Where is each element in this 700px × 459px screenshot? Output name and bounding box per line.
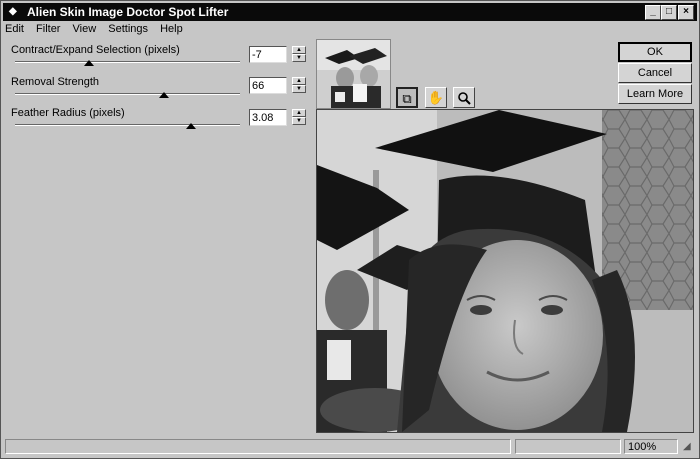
menu-settings[interactable]: Settings xyxy=(108,23,148,35)
feather-radius-thumb[interactable] xyxy=(185,123,196,129)
preview-image[interactable] xyxy=(316,109,694,433)
title-bar[interactable]: ◆ Alien Skin Image Doctor Spot Lifter _ … xyxy=(3,3,697,21)
menu-edit[interactable]: Edit xyxy=(5,23,24,35)
menu-filter[interactable]: Filter xyxy=(36,23,60,35)
spin-up-icon[interactable]: ▲ xyxy=(292,46,306,54)
maximize-button[interactable]: □ xyxy=(661,5,677,20)
compare-tool-button[interactable]: ⧉ xyxy=(396,87,418,108)
window-title: Alien Skin Image Doctor Spot Lifter xyxy=(27,5,229,19)
removal-strength-slider[interactable] xyxy=(15,93,240,95)
contract-expand-field[interactable]: -7 xyxy=(249,46,287,63)
hand-icon: ✋ xyxy=(427,90,445,105)
feather-radius-label: Feather Radius (pixels) xyxy=(11,107,125,119)
menu-bar: Edit Filter View Settings Help xyxy=(5,23,192,39)
status-message xyxy=(5,439,511,454)
menu-help[interactable]: Help xyxy=(160,23,183,35)
cancel-button[interactable]: Cancel xyxy=(618,63,692,83)
spin-down-icon[interactable]: ▼ xyxy=(292,54,306,62)
removal-strength-spinner[interactable]: ▲ ▼ xyxy=(292,77,306,94)
contract-expand-thumb[interactable] xyxy=(84,60,95,66)
removal-strength-field[interactable]: 66 xyxy=(249,77,287,94)
close-button[interactable]: × xyxy=(678,5,694,20)
app-icon: ◆ xyxy=(9,6,17,17)
spin-up-icon[interactable]: ▲ xyxy=(292,77,306,85)
minimize-button[interactable]: _ xyxy=(645,5,661,20)
removal-strength-label: Removal Strength xyxy=(11,76,100,88)
ok-button[interactable]: OK xyxy=(618,42,692,62)
hand-tool-button[interactable]: ✋ xyxy=(425,87,447,108)
contract-expand-slider[interactable] xyxy=(15,61,240,63)
magnifier-icon xyxy=(458,92,471,105)
removal-strength-thumb[interactable] xyxy=(158,92,169,98)
spin-up-icon[interactable]: ▲ xyxy=(292,109,306,117)
learn-more-button[interactable]: Learn More xyxy=(618,84,692,104)
feather-radius-slider[interactable] xyxy=(15,124,240,126)
spin-down-icon[interactable]: ▼ xyxy=(292,117,306,125)
zoom-level: 100% xyxy=(624,439,678,454)
zoom-tool-button[interactable] xyxy=(453,87,475,108)
contract-expand-spinner[interactable]: ▲ ▼ xyxy=(292,46,306,63)
dialog-window: ◆ Alien Skin Image Doctor Spot Lifter _ … xyxy=(0,0,700,459)
feather-radius-field[interactable]: 3.08 xyxy=(249,109,287,126)
feather-radius-spinner[interactable]: ▲ ▼ xyxy=(292,109,306,126)
navigator-thumbnail[interactable] xyxy=(316,39,391,109)
spin-down-icon[interactable]: ▼ xyxy=(292,85,306,93)
menu-view[interactable]: View xyxy=(73,23,97,35)
compare-icon: ⧉ xyxy=(402,91,412,106)
contract-expand-label: Contract/Expand Selection (pixels) xyxy=(11,44,180,56)
status-progress xyxy=(515,439,621,454)
resize-grip-icon[interactable]: ◢ xyxy=(683,441,691,452)
